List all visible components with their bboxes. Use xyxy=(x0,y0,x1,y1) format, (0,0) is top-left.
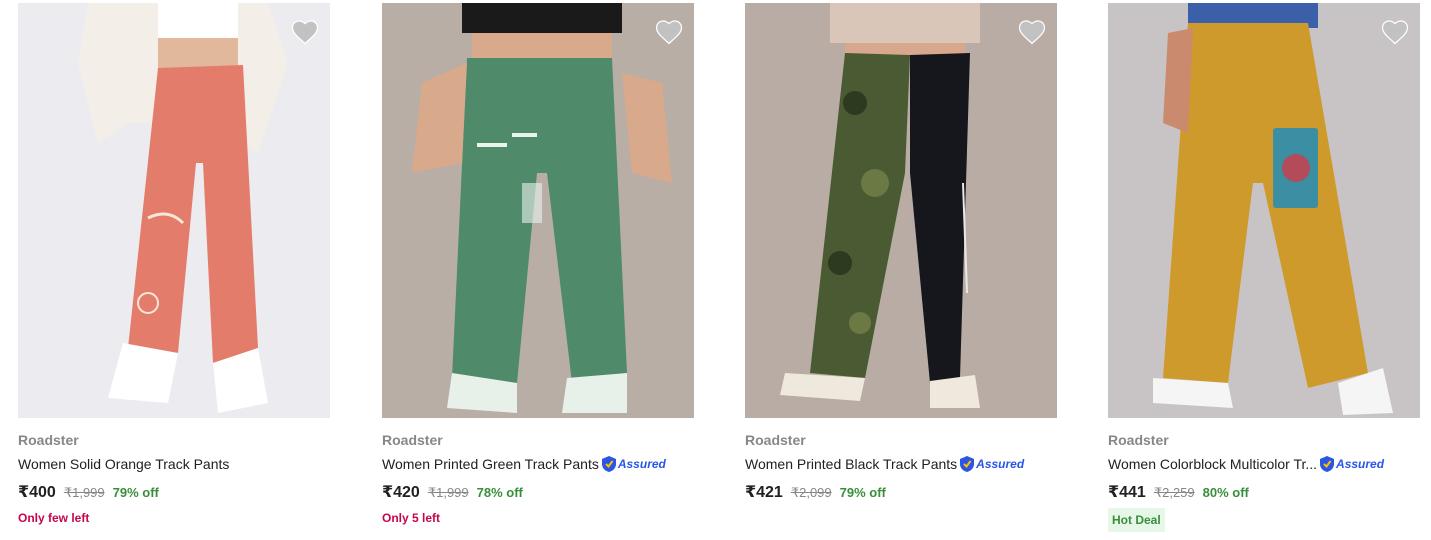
product-photo xyxy=(1108,3,1420,418)
product-title[interactable]: Women Solid Orange Track Pants xyxy=(18,456,229,472)
product-photo xyxy=(745,3,1057,418)
hot-deal-badge: Hot Deal xyxy=(1108,508,1165,532)
discount-label: 79% off xyxy=(839,485,886,500)
product-image[interactable] xyxy=(18,3,330,418)
original-price: ₹1,999 xyxy=(427,485,469,500)
assured-label: Assured xyxy=(976,457,1025,471)
product-card[interactable]: Roadster Women Printed Green Track Pants… xyxy=(382,3,694,526)
product-title[interactable]: Women Printed Black Track Pants xyxy=(745,456,957,472)
assured-shield-icon xyxy=(1320,456,1335,472)
product-card[interactable]: Roadster Women Printed Black Track Pants… xyxy=(745,3,1057,502)
discount-label: 80% off xyxy=(1202,485,1249,500)
assured-badge: Assured xyxy=(1319,455,1384,473)
stock-note: Only 5 left xyxy=(382,511,441,525)
heart-icon[interactable] xyxy=(654,17,684,45)
selling-price: ₹441 xyxy=(1108,484,1146,501)
product-grid: Roadster Women Solid Orange Track Pants … xyxy=(0,0,1431,540)
assured-label: Assured xyxy=(1336,457,1385,471)
original-price: ₹2,259 xyxy=(1153,485,1195,500)
assured-badge: Assured xyxy=(959,455,1024,473)
product-image[interactable] xyxy=(745,3,1057,418)
assured-label: Assured xyxy=(617,457,666,471)
product-card[interactable]: Roadster Women Colorblock Multicolor Tr.… xyxy=(1108,3,1420,532)
stock-note: Only few left xyxy=(18,511,90,525)
product-photo xyxy=(18,3,330,418)
brand-name: Roadster xyxy=(1108,432,1169,448)
product-title[interactable]: Women Printed Green Track Pants xyxy=(382,456,599,472)
product-image[interactable] xyxy=(1108,3,1420,418)
product-card[interactable]: Roadster Women Solid Orange Track Pants … xyxy=(18,3,330,526)
assured-badge: Assured xyxy=(601,455,666,473)
assured-shield-icon xyxy=(601,456,616,472)
selling-price: ₹400 xyxy=(18,484,56,501)
assured-shield-icon xyxy=(960,456,975,472)
discount-label: 78% off xyxy=(476,485,523,500)
selling-price: ₹421 xyxy=(745,484,783,501)
brand-name: Roadster xyxy=(18,432,79,448)
product-title[interactable]: Women Colorblock Multicolor Tr... xyxy=(1108,456,1317,472)
discount-label: 79% off xyxy=(112,485,159,500)
heart-icon[interactable] xyxy=(1380,17,1410,45)
original-price: ₹2,099 xyxy=(790,485,832,500)
brand-name: Roadster xyxy=(745,432,806,448)
heart-icon[interactable] xyxy=(290,17,320,45)
brand-name: Roadster xyxy=(382,432,443,448)
heart-icon[interactable] xyxy=(1017,17,1047,45)
selling-price: ₹420 xyxy=(382,484,420,501)
product-image[interactable] xyxy=(382,3,694,418)
original-price: ₹1,999 xyxy=(63,485,105,500)
product-photo xyxy=(382,3,694,418)
